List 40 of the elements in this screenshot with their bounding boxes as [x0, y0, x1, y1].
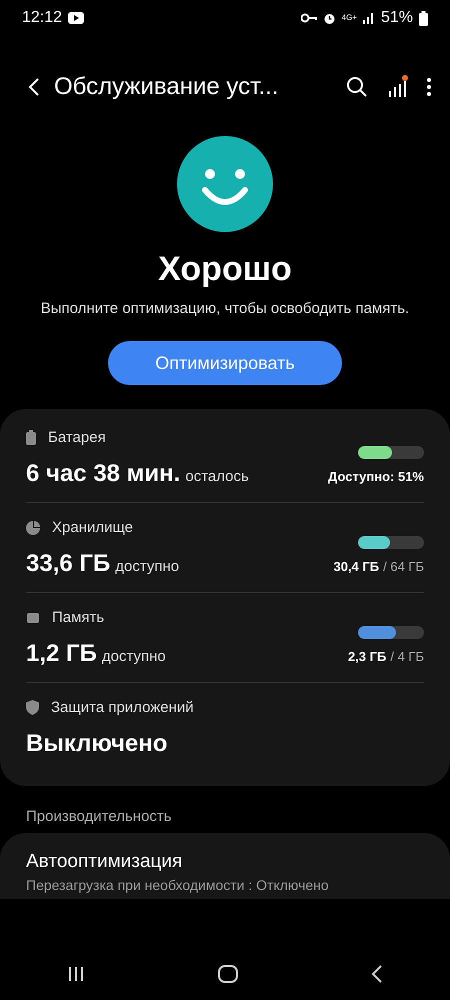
item-suffix: доступно — [115, 558, 180, 575]
usage-reading: Доступно: 51% — [328, 469, 424, 484]
smiley-icon — [177, 136, 273, 232]
item-value: Выключено — [26, 730, 168, 758]
chip-icon — [26, 610, 40, 624]
status-message: Выполните оптимизацию, чтобы освободить память. — [40, 299, 410, 319]
battery-icon — [419, 10, 428, 26]
item-label: Хранилище — [52, 519, 133, 536]
shield-icon — [26, 700, 39, 715]
item-suffix: осталось — [185, 468, 249, 485]
signal-icon — [362, 12, 375, 24]
item-value: 6 час 38 мин. — [26, 460, 180, 488]
key-icon — [300, 13, 317, 23]
item-suffix: доступно — [102, 648, 166, 665]
section-header: Производительность — [25, 807, 173, 827]
more-options-icon[interactable] — [426, 76, 432, 98]
battery-percent: 51% — [380, 9, 413, 27]
network-type: 4G+ — [342, 14, 357, 22]
video-icon — [68, 12, 84, 24]
battery-icon — [26, 430, 36, 445]
usage-reading: 2,3 ГБ — [348, 649, 386, 664]
item-label: Память — [52, 609, 104, 626]
setting-title: Автооптимизация — [26, 851, 184, 873]
setting-subtitle: Перезагрузка при необходимости : Отключено — [26, 877, 330, 893]
alarm-icon — [322, 12, 336, 24]
recent-apps-icon[interactable] — [66, 966, 85, 982]
status-title: Хорошо — [158, 250, 292, 289]
toolbar-title: Обслуживание уст... — [54, 73, 280, 101]
item-value: 1,2 ГБ — [26, 640, 97, 668]
pie-chart-icon — [26, 520, 40, 534]
back-icon[interactable] — [371, 964, 384, 984]
item-label: Защита приложений — [51, 699, 194, 716]
item-label: Батарея — [48, 429, 106, 446]
usage-reading: 30,4 ГБ — [333, 559, 380, 574]
usage-total: / 64 ГБ — [383, 559, 424, 574]
optimize-button[interactable]: Оптимизировать — [108, 341, 342, 385]
item-value: 33,6 ГБ — [26, 550, 110, 578]
clock: 12:12 — [22, 9, 62, 27]
setting-item[interactable]: Автооптимизация Перезагрузка при необходимости : Отключено — [0, 833, 450, 899]
usage-total: / 4 ГБ — [390, 649, 424, 664]
